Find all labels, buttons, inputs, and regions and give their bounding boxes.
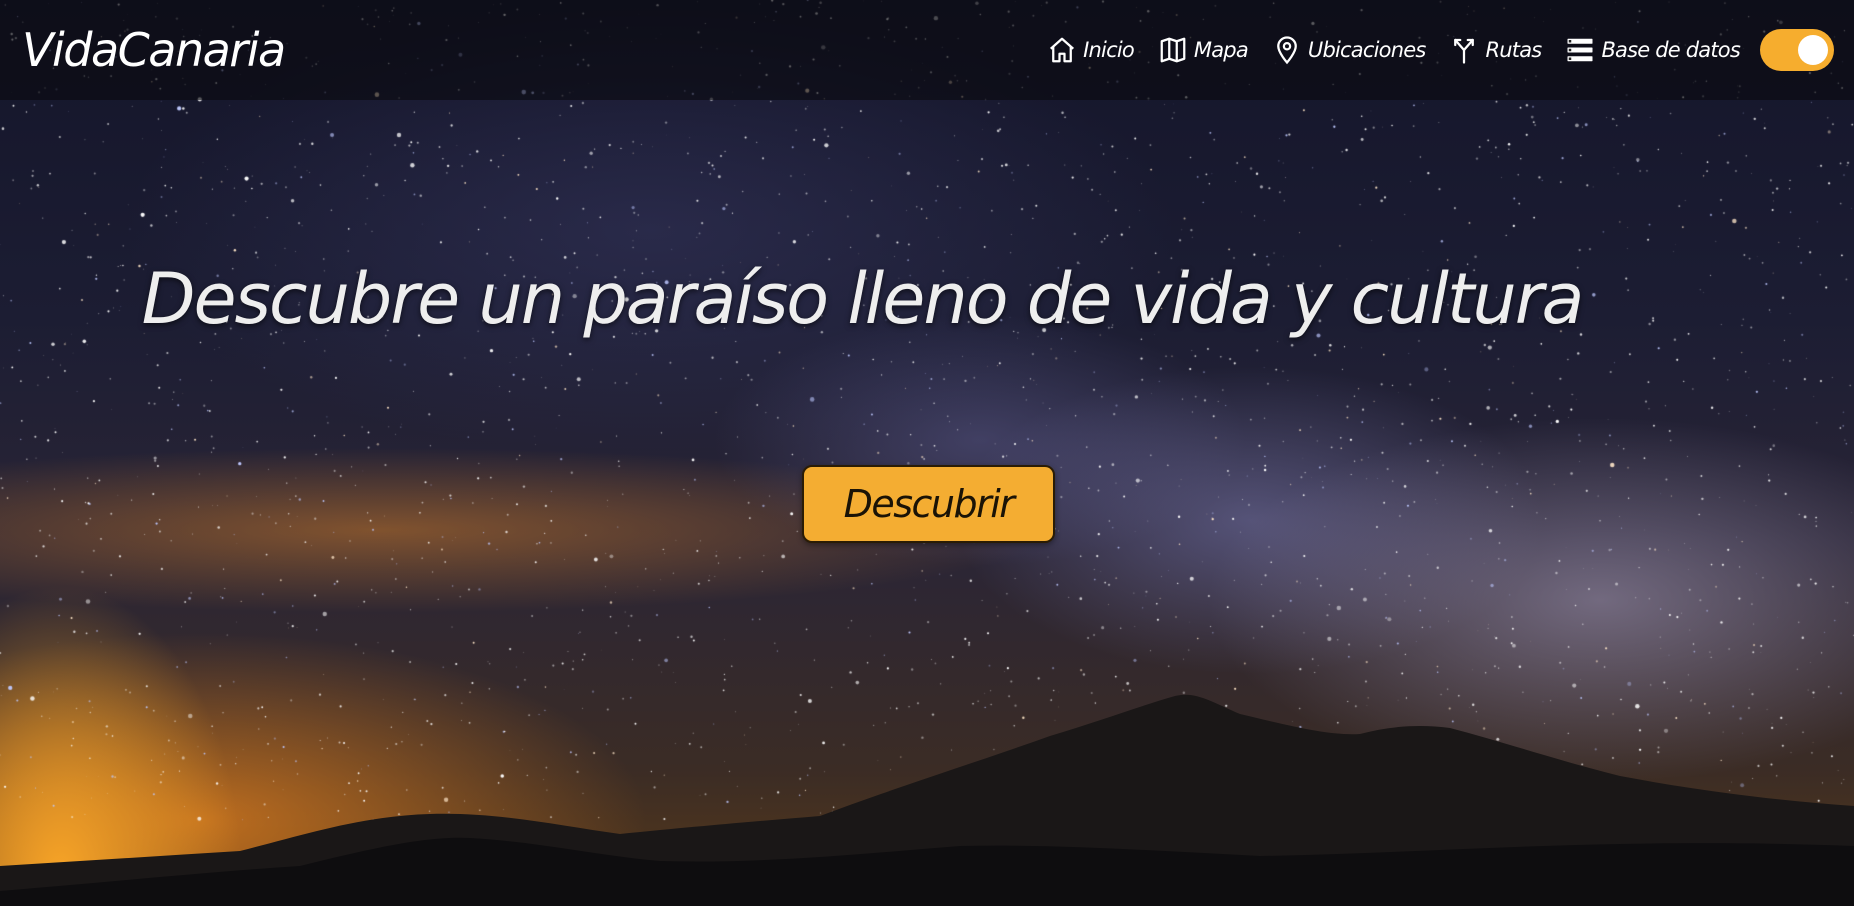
- theme-toggle-switch[interactable]: [1760, 29, 1834, 71]
- main-nav: Inicio Mapa Ubicaciones Rutas Base de da…: [1023, 0, 1834, 100]
- hero-background: [0, 0, 1854, 906]
- nav-item-base-de-datos[interactable]: Base de datos: [1565, 35, 1741, 65]
- mountain-silhouette: [0, 694, 1854, 906]
- nav-label-inicio: Inicio: [1083, 38, 1135, 62]
- brand-logo[interactable]: VidaCanaria: [22, 23, 286, 77]
- discover-button-label: Descubrir: [843, 482, 1015, 526]
- map-icon: [1160, 37, 1186, 63]
- nav-item-ubicaciones[interactable]: Ubicaciones: [1272, 35, 1426, 65]
- nav-item-rutas[interactable]: Rutas: [1449, 35, 1542, 65]
- fork-route-icon: [1454, 38, 1475, 64]
- hero-headline: Descubre un paraíso lleno de vida y cult…: [141, 258, 1585, 340]
- toggle-knob: [1798, 35, 1828, 65]
- discover-button[interactable]: Descubrir: [802, 465, 1055, 543]
- nav-item-mapa[interactable]: Mapa: [1158, 35, 1249, 65]
- nav-label-rutas: Rutas: [1485, 38, 1542, 62]
- top-navigation-bar: VidaCanaria Inicio Mapa Ubicaciones Ruta…: [0, 0, 1854, 100]
- home-icon: [1050, 37, 1075, 63]
- database-list-icon: [1567, 38, 1593, 62]
- nav-label-ubicaciones: Ubicaciones: [1307, 38, 1426, 62]
- nav-label-mapa: Mapa: [1193, 38, 1249, 62]
- nav-label-base-de-datos: Base de datos: [1601, 38, 1740, 62]
- location-pin-icon: [1277, 36, 1297, 65]
- nav-item-inicio[interactable]: Inicio: [1047, 35, 1135, 65]
